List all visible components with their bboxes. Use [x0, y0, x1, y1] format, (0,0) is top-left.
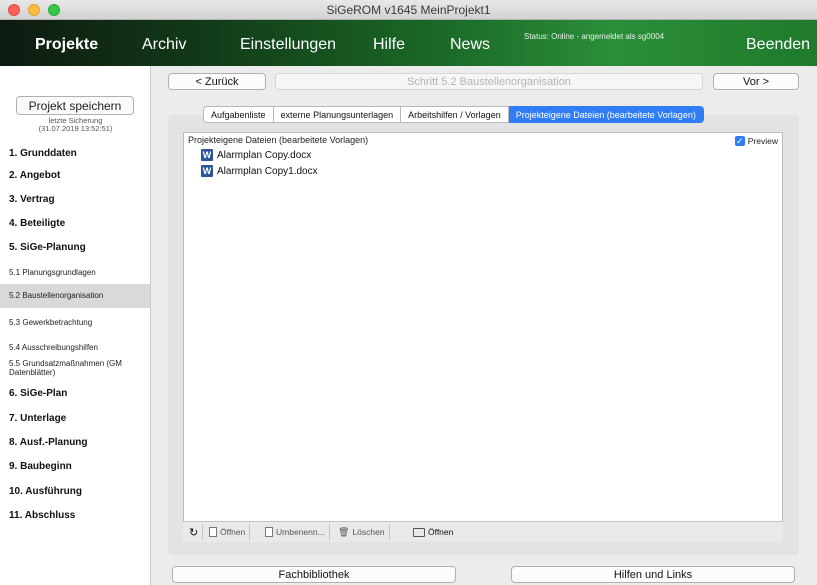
step-title: Schritt 5.2 Baustellenorganisation [275, 73, 703, 90]
window-title: SiGeROM v1645 MeinProjekt1 [326, 3, 491, 17]
open-file-button[interactable]: Öffnen [205, 524, 251, 540]
copy-document-icon [265, 527, 273, 537]
sidebar-item-ausfuehrung[interactable]: 10. Ausführung [0, 483, 150, 501]
file-item[interactable]: W Alarmplan Copy1.docx [201, 165, 318, 177]
refresh-button[interactable]: ↻ [185, 524, 204, 540]
file-name: Alarmplan Copy1.docx [217, 165, 318, 177]
sidebar-item-grunddaten[interactable]: 1. Grunddaten [0, 145, 150, 163]
sidebar-item-baustellenorganisation[interactable]: 5.2 Baustellenorganisation [0, 284, 150, 308]
sidebar-item-sige-planung[interactable]: 5. SiGe-Planung [0, 239, 150, 257]
open-folder-label: Öffnen [428, 527, 454, 537]
refresh-icon: ↻ [189, 526, 199, 539]
sidebar-item-unterlage[interactable]: 7. Unterlage [0, 410, 150, 428]
rename-label: Umbenenn... [276, 527, 325, 537]
checkmark-icon: ✓ [734, 136, 745, 146]
menu-projekte[interactable]: Projekte [35, 36, 98, 54]
last-save-time: (31.07.2019 13:52:51) [38, 124, 113, 133]
forward-button[interactable]: Vor > [713, 73, 799, 90]
delete-label: Löschen [352, 527, 385, 537]
sidebar-item-gewerkbetrachtung[interactable]: 5.3 Gewerkbetrachtung [0, 314, 150, 332]
menu-beenden[interactable]: Beenden [746, 36, 810, 54]
panel-title: Projekteigene Dateien (bearbeitete Vorla… [188, 135, 369, 145]
word-document-icon: W [201, 165, 213, 177]
sidebar-item-beteiligte[interactable]: 4. Beteiligte [0, 215, 150, 233]
preview-checkbox[interactable]: ✓ Preview [734, 136, 778, 146]
menu-news[interactable]: News [450, 36, 490, 54]
tab-bar: Aufgabenliste externe Planungsunterlagen… [203, 106, 704, 123]
delete-button[interactable]: 🗑 Löschen [334, 524, 390, 540]
tab-aufgabenliste[interactable]: Aufgabenliste [203, 106, 274, 123]
document-icon [209, 527, 217, 537]
file-toolbar: ↻ Öffnen Umbenenn... 🗑 Löschen Öffnen [183, 521, 783, 542]
file-name: Alarmplan Copy.docx [217, 149, 312, 161]
sidebar-item-planungsgrundlagen[interactable]: 5.1 Planungsgrundlagen [0, 264, 150, 282]
trash-icon: 🗑 [338, 526, 350, 537]
main-menu-bar: Projekte Archiv Einstellungen Hilfe News… [0, 20, 817, 66]
fachbibliothek-button[interactable]: Fachbibliothek [172, 566, 456, 583]
open-folder-button[interactable]: Öffnen [409, 524, 457, 540]
sidebar-item-ausschreibungshilfen[interactable]: 5.4 Ausschreibungshilfen [0, 339, 150, 357]
menu-hilfe[interactable]: Hilfe [373, 36, 405, 54]
file-item[interactable]: W Alarmplan Copy.docx [201, 149, 311, 161]
sidebar-item-sige-plan[interactable]: 6. SiGe-Plan [0, 385, 150, 403]
preview-label: Preview [747, 136, 778, 146]
tab-projekteigene-dateien[interactable]: Projekteigene Dateien (bearbeitete Vorla… [508, 106, 704, 123]
menu-einstellungen[interactable]: Einstellungen [240, 36, 336, 54]
tab-externe-planungsunterlagen[interactable]: externe Planungsunterlagen [273, 106, 402, 123]
sidebar-item-vertrag[interactable]: 3. Vertrag [0, 191, 150, 209]
open-file-label: Öffnen [220, 527, 246, 537]
sidebar: Projekt speichern letzte Sicherung (31.0… [0, 66, 151, 585]
file-list-panel: Projekteigene Dateien (bearbeitete Vorla… [183, 132, 783, 542]
sidebar-item-grundsatzmassnahmen-cont[interactable]: Datenblätter) [0, 368, 150, 378]
sidebar-item-angebot[interactable]: 2. Angebot [0, 167, 150, 185]
rename-button[interactable]: Umbenenn... [261, 524, 330, 540]
tab-arbeitshilfen-vorlagen[interactable]: Arbeitshilfen / Vorlagen [401, 106, 509, 123]
window-titlebar: SiGeROM v1645 MeinProjekt1 [0, 0, 817, 20]
status-text: Status: Online - angemeldet als sg0004 [524, 32, 665, 41]
save-project-button[interactable]: Projekt speichern [16, 96, 134, 115]
back-button[interactable]: < Zurück [168, 73, 266, 90]
sidebar-item-baubeginn[interactable]: 9. Baubeginn [0, 458, 150, 476]
word-document-icon: W [201, 149, 213, 161]
folder-icon [413, 527, 425, 537]
sidebar-item-abschluss[interactable]: 11. Abschluss [0, 507, 150, 525]
sidebar-item-ausf-planung[interactable]: 8. Ausf.-Planung [0, 434, 150, 452]
hilfen-links-button[interactable]: Hilfen und Links [511, 566, 795, 583]
menu-archiv[interactable]: Archiv [142, 36, 186, 54]
